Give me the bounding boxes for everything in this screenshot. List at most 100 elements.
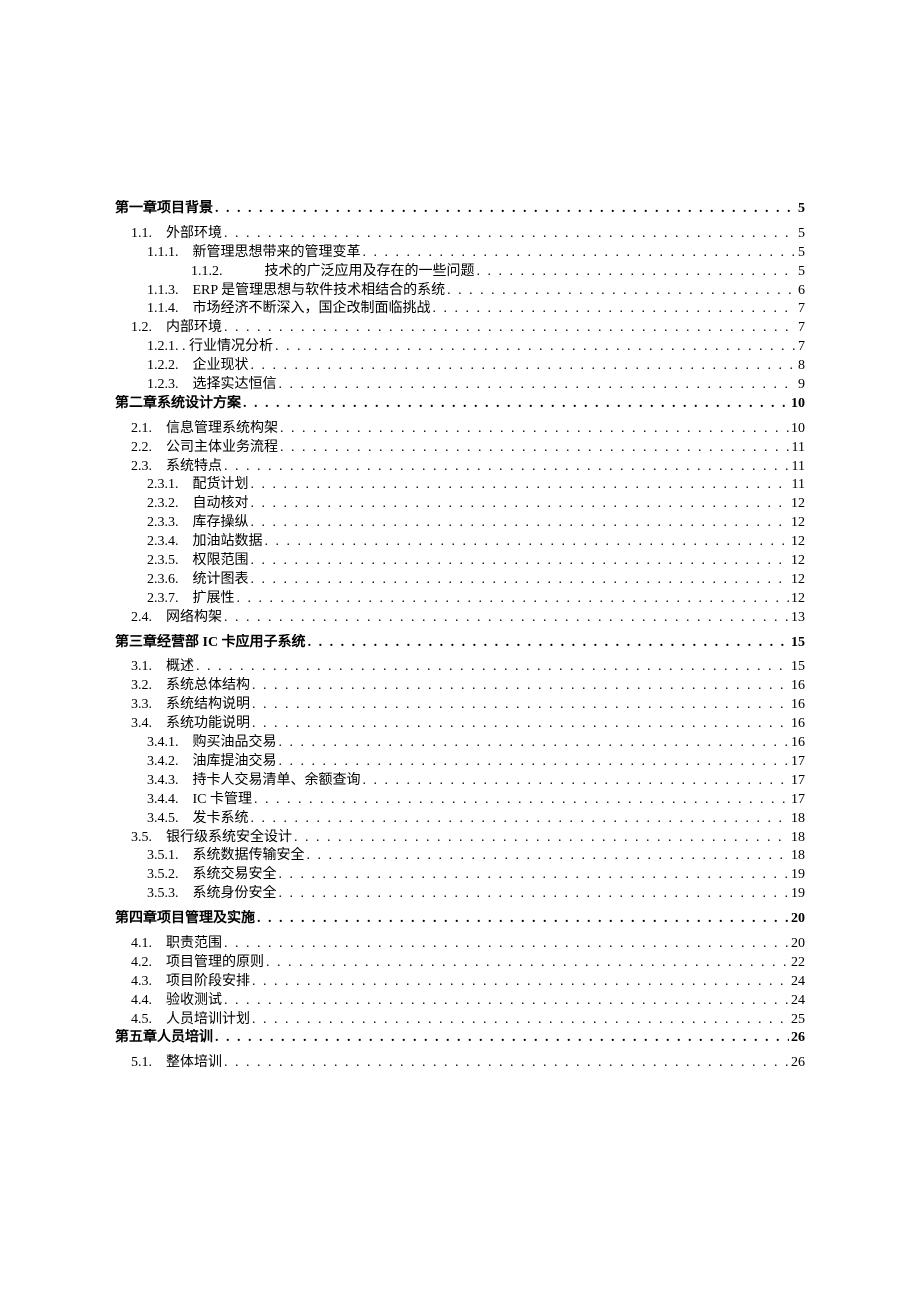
toc-leader-dots <box>251 514 790 533</box>
toc-page-number: 26 <box>791 1029 805 1048</box>
toc-page-number: 13 <box>791 609 805 628</box>
table-of-contents: 第一章项目背景51.1. 外部环境51.1.1. 新管理思想带来的管理变革51.… <box>115 200 805 1073</box>
toc-label: 1.2.3. 选择实达恒信 <box>147 376 277 395</box>
toc-leader-dots <box>252 696 789 715</box>
toc-entry: 第一章项目背景5 <box>115 200 805 219</box>
toc-label: 2.3.3. 库存操纵 <box>147 514 249 533</box>
toc-page-number: 12 <box>791 495 805 514</box>
toc-label: 1.2. 内部环境 <box>131 319 222 338</box>
toc-page-number: 18 <box>791 847 805 866</box>
toc-leader-dots <box>224 935 789 954</box>
toc-leader-dots <box>252 973 789 992</box>
toc-label: 1.2.2. 企业现状 <box>147 357 249 376</box>
toc-label: 2.4. 网络构架 <box>131 609 222 628</box>
toc-page-number: 9 <box>798 376 805 395</box>
toc-label: 第四章项目管理及实施 <box>115 910 255 929</box>
toc-entry: 3.4.4. IC 卡管理17 <box>115 791 805 810</box>
toc-page-number: 17 <box>791 753 805 772</box>
toc-page-number: 16 <box>791 696 805 715</box>
toc-page-number: 11 <box>792 476 805 495</box>
toc-entry: 1.1.2. 技术的广泛应用及存在的一些问题5 <box>115 263 805 282</box>
toc-page-number: 6 <box>798 282 805 301</box>
toc-label: 2.3.1. 配货计划 <box>147 476 249 495</box>
toc-label: 3.4.5. 发卡系统 <box>147 810 249 829</box>
toc-label: 1.1.1. 新管理思想带来的管理变革 <box>147 244 361 263</box>
toc-entry: 1.1.4. 市场经济不断深入，国企改制面临挑战7 <box>115 300 805 319</box>
toc-leader-dots <box>279 734 790 753</box>
toc-leader-dots <box>215 1029 789 1048</box>
toc-label: 2.2. 公司主体业务流程 <box>131 439 278 458</box>
toc-entry: 3.5.3. 系统身份安全19 <box>115 885 805 904</box>
toc-page-number: 12 <box>791 552 805 571</box>
toc-label: 5.1. 整体培训 <box>131 1054 222 1073</box>
toc-page-number: 18 <box>791 829 805 848</box>
toc-entry: 2.3.5. 权限范围12 <box>115 552 805 571</box>
toc-leader-dots <box>237 590 790 609</box>
toc-entry: 第二章系统设计方案10 <box>115 395 805 414</box>
toc-entry: 2.3.4. 加油站数据12 <box>115 533 805 552</box>
toc-entry: 1.2.3. 选择实达恒信 9 <box>115 376 805 395</box>
toc-page-number: 25 <box>791 1011 805 1030</box>
toc-label: 3.4.4. IC 卡管理 <box>147 791 252 810</box>
toc-leader-dots <box>252 1011 789 1030</box>
toc-label: 3.3. 系统结构说明 <box>131 696 250 715</box>
toc-label: 第五章人员培训 <box>115 1029 213 1048</box>
toc-page-number: 20 <box>791 910 805 929</box>
toc-label: 2.3.6. 统计图表 <box>147 571 249 590</box>
toc-label: 3.4. 系统功能说明 <box>131 715 250 734</box>
toc-label: 1.1.4. 市场经济不断深入，国企改制面临挑战 <box>147 300 431 319</box>
toc-page-number: 16 <box>791 715 805 734</box>
toc-page-number: 24 <box>791 973 805 992</box>
toc-leader-dots <box>215 200 796 219</box>
toc-leader-dots <box>433 300 797 319</box>
toc-leader-dots <box>224 458 790 477</box>
toc-page-number: 20 <box>791 935 805 954</box>
toc-leader-dots <box>280 439 790 458</box>
toc-entry: 5.1. 整体培训26 <box>115 1054 805 1073</box>
toc-entry: 1.2. 内部环境7 <box>115 319 805 338</box>
toc-entry: 第三章经营部 IC 卡应用子系统15 <box>115 634 805 653</box>
toc-leader-dots <box>251 495 790 514</box>
toc-leader-dots <box>254 791 789 810</box>
toc-entry: 3.3. 系统结构说明 16 <box>115 696 805 715</box>
toc-entry: 第四章项目管理及实施 20 <box>115 910 805 929</box>
toc-entry: 3.5.1. 系统数据传输安全18 <box>115 847 805 866</box>
toc-leader-dots <box>252 715 789 734</box>
toc-leader-dots <box>252 677 789 696</box>
toc-label: 3.4.1. 购买油品交易 <box>147 734 277 753</box>
toc-page-number: 5 <box>798 200 805 219</box>
toc-page-number: 15 <box>791 658 805 677</box>
toc-page-number: 18 <box>791 810 805 829</box>
toc-page-number: 5 <box>798 263 805 282</box>
toc-leader-dots <box>224 225 796 244</box>
toc-entry: 4.1. 职责范围 20 <box>115 935 805 954</box>
toc-entry: 3.5.2. 系统交易安全19 <box>115 866 805 885</box>
toc-page-number: 16 <box>791 677 805 696</box>
toc-entry: 3.2. 系统总体结构16 <box>115 677 805 696</box>
toc-entry: 1.1.1. 新管理思想带来的管理变革 5 <box>115 244 805 263</box>
toc-leader-dots <box>251 810 790 829</box>
toc-entry: 3.4.2. 油库提油交易17 <box>115 753 805 772</box>
toc-entry: 3.4. 系统功能说明 16 <box>115 715 805 734</box>
toc-label: 2.1. 信息管理系统构架 <box>131 420 278 439</box>
toc-page-number: 12 <box>791 571 805 590</box>
toc-entry: 3.1. 概述 15 <box>115 658 805 677</box>
toc-page-number: 11 <box>792 439 805 458</box>
toc-page-number: 22 <box>791 954 805 973</box>
toc-entry: 3.4.3. 持卡人交易清单、余额查询17 <box>115 772 805 791</box>
toc-entry: 2.3.3. 库存操纵12 <box>115 514 805 533</box>
toc-label: 2.3.2. 自动核对 <box>147 495 249 514</box>
toc-leader-dots <box>307 847 790 866</box>
toc-leader-dots <box>224 609 789 628</box>
toc-label: 1.1. 外部环境 <box>131 225 222 244</box>
toc-entry: 2.3.6. 统计图表 12 <box>115 571 805 590</box>
toc-page-number: 5 <box>798 244 805 263</box>
toc-label: 3.1. 概述 <box>131 658 194 677</box>
toc-label: 1.2.1. . 行业情况分析 <box>147 338 273 357</box>
toc-page-number: 12 <box>791 533 805 552</box>
toc-page-number: 19 <box>791 866 805 885</box>
toc-page-number: 10 <box>791 395 805 414</box>
toc-label: 4.1. 职责范围 <box>131 935 222 954</box>
toc-entry: 3.4.5. 发卡系统 18 <box>115 810 805 829</box>
toc-leader-dots <box>279 885 790 904</box>
